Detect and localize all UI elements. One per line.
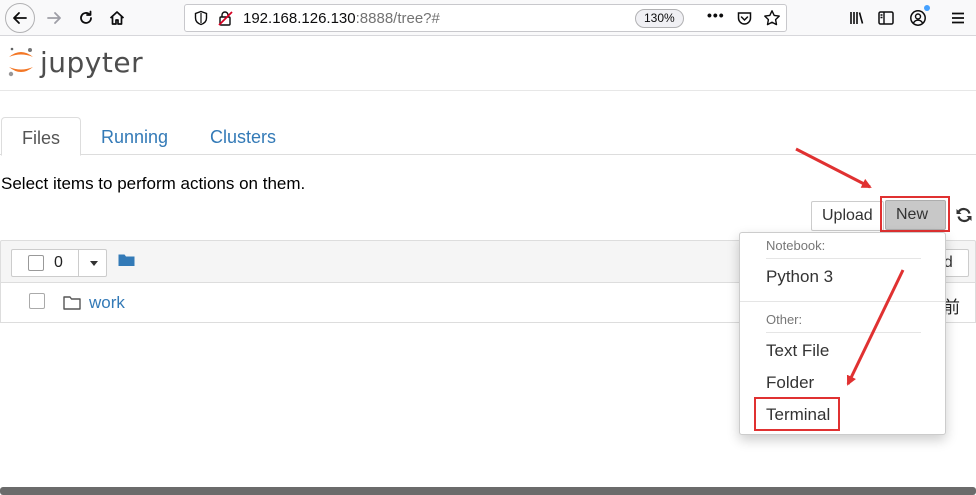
terminal-highlight <box>754 397 840 431</box>
url-host: 192.168.126.130 <box>243 10 356 27</box>
selected-count: 0 <box>54 254 63 271</box>
select-all-checkbox[interactable] <box>28 255 44 271</box>
tab-files[interactable]: Files <box>1 117 82 156</box>
pocket-icon[interactable] <box>736 10 753 32</box>
url-bar[interactable]: 192.168.126.130:8888/tree?# 130% ••• <box>184 4 787 32</box>
notebook-section-header: Notebook: <box>766 238 826 253</box>
section-divider <box>766 332 921 333</box>
url-path: :8888/tree?# <box>355 10 440 27</box>
sidebar-icon <box>878 11 894 25</box>
menu-item-text-file[interactable]: Text File <box>766 341 829 361</box>
home-icon <box>109 11 125 25</box>
hamburger-icon <box>952 12 964 24</box>
folder-outline-icon <box>63 296 81 310</box>
file-name-link[interactable]: work <box>89 293 125 313</box>
jupyter-logo-icon <box>6 44 36 80</box>
back-button[interactable] <box>5 3 35 33</box>
reload-button[interactable] <box>72 4 100 32</box>
menu-button[interactable] <box>944 4 972 32</box>
tab-bar: Files Running Clusters <box>0 117 976 156</box>
shield-icon[interactable] <box>193 10 209 31</box>
arrow-left-icon <box>13 12 27 24</box>
jupyter-logo[interactable]: jupyter <box>6 44 143 80</box>
library-icon <box>850 12 864 24</box>
browser-toolbar: 192.168.126.130:8888/tree?# 130% ••• <box>0 0 976 36</box>
tab-clusters[interactable]: Clusters <box>190 117 296 155</box>
select-menu-caret-icon[interactable] <box>90 261 98 266</box>
account-icon <box>910 10 926 26</box>
row-checkbox[interactable] <box>29 293 45 309</box>
upload-button[interactable]: Upload <box>811 201 884 231</box>
bookmark-star-icon[interactable] <box>763 9 781 32</box>
horizontal-scrollbar[interactable] <box>0 487 976 495</box>
other-section-header: Other: <box>766 312 803 327</box>
menu-item-python3[interactable]: Python 3 <box>766 267 833 287</box>
section-divider <box>766 258 921 259</box>
menu-item-folder[interactable]: Folder <box>766 373 814 393</box>
tab-running[interactable]: Running <box>81 117 188 155</box>
account-button[interactable] <box>904 4 932 32</box>
home-button[interactable] <box>103 4 131 32</box>
insecure-lock-icon[interactable] <box>217 10 234 32</box>
instructions-text: Select items to perform actions on them. <box>1 174 306 193</box>
divider <box>78 250 79 276</box>
zoom-indicator[interactable]: 130% <box>635 9 684 28</box>
sidebar-button[interactable] <box>872 4 900 32</box>
forward-button[interactable] <box>40 4 68 32</box>
new-button-highlight <box>880 196 950 232</box>
page-actions-menu[interactable]: ••• <box>707 7 725 23</box>
refresh-icon[interactable] <box>955 206 973 224</box>
url-text[interactable]: 192.168.126.130:8888/tree?# <box>243 10 440 27</box>
select-all-group[interactable]: 0 <box>11 249 107 277</box>
library-button[interactable] <box>843 4 871 32</box>
jupyter-logo-text: jupyter <box>40 45 144 79</box>
reload-icon <box>80 10 92 24</box>
jupyter-header: jupyter <box>0 36 976 91</box>
arrow-right-icon <box>47 12 61 24</box>
menu-divider <box>740 301 945 302</box>
folder-icon[interactable] <box>118 253 135 267</box>
notification-dot-icon <box>924 5 930 11</box>
